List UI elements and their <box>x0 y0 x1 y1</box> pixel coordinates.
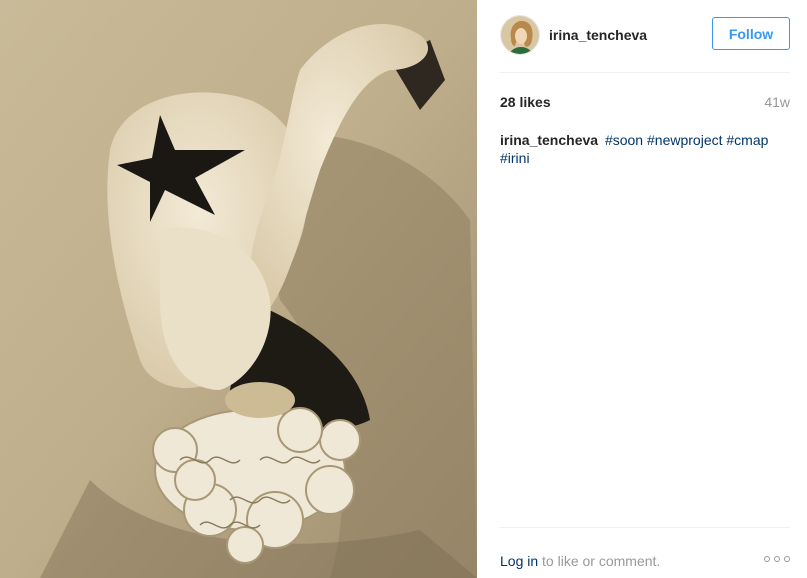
post-footer: Log in to like or comment. <box>500 553 790 571</box>
caption-username[interactable]: irina_tencheva <box>500 132 598 148</box>
post-timestamp[interactable]: 41w <box>764 94 790 110</box>
likes-count[interactable]: 28 likes <box>500 94 551 110</box>
post-stats: 28 likes 41w <box>500 94 790 112</box>
username-link[interactable]: irina_tencheva <box>549 27 647 43</box>
more-options-icon[interactable] <box>764 556 790 562</box>
post-photo-image <box>0 0 477 578</box>
divider <box>500 72 790 73</box>
post-caption: irina_tencheva #soon #newproject #cmap #… <box>500 131 790 167</box>
hashtag-soon[interactable]: #soon <box>605 132 643 148</box>
dot <box>784 556 790 562</box>
login-prompt-text: to like or comment. <box>538 553 661 569</box>
post-header: irina_tencheva Follow <box>500 13 790 57</box>
avatar[interactable] <box>500 15 540 55</box>
avatar-photo <box>501 16 539 54</box>
post-details-panel: irina_tencheva Follow 28 likes 41w irina… <box>477 0 807 578</box>
divider <box>500 527 790 528</box>
hashtag-irini[interactable]: #irini <box>500 150 530 166</box>
hashtag-cmap[interactable]: #cmap <box>726 132 768 148</box>
login-link[interactable]: Log in <box>500 553 538 569</box>
post-photo[interactable] <box>0 0 477 578</box>
dot <box>774 556 780 562</box>
follow-button[interactable]: Follow <box>712 17 790 50</box>
dot <box>764 556 770 562</box>
hashtag-newproject[interactable]: #newproject <box>647 132 723 148</box>
